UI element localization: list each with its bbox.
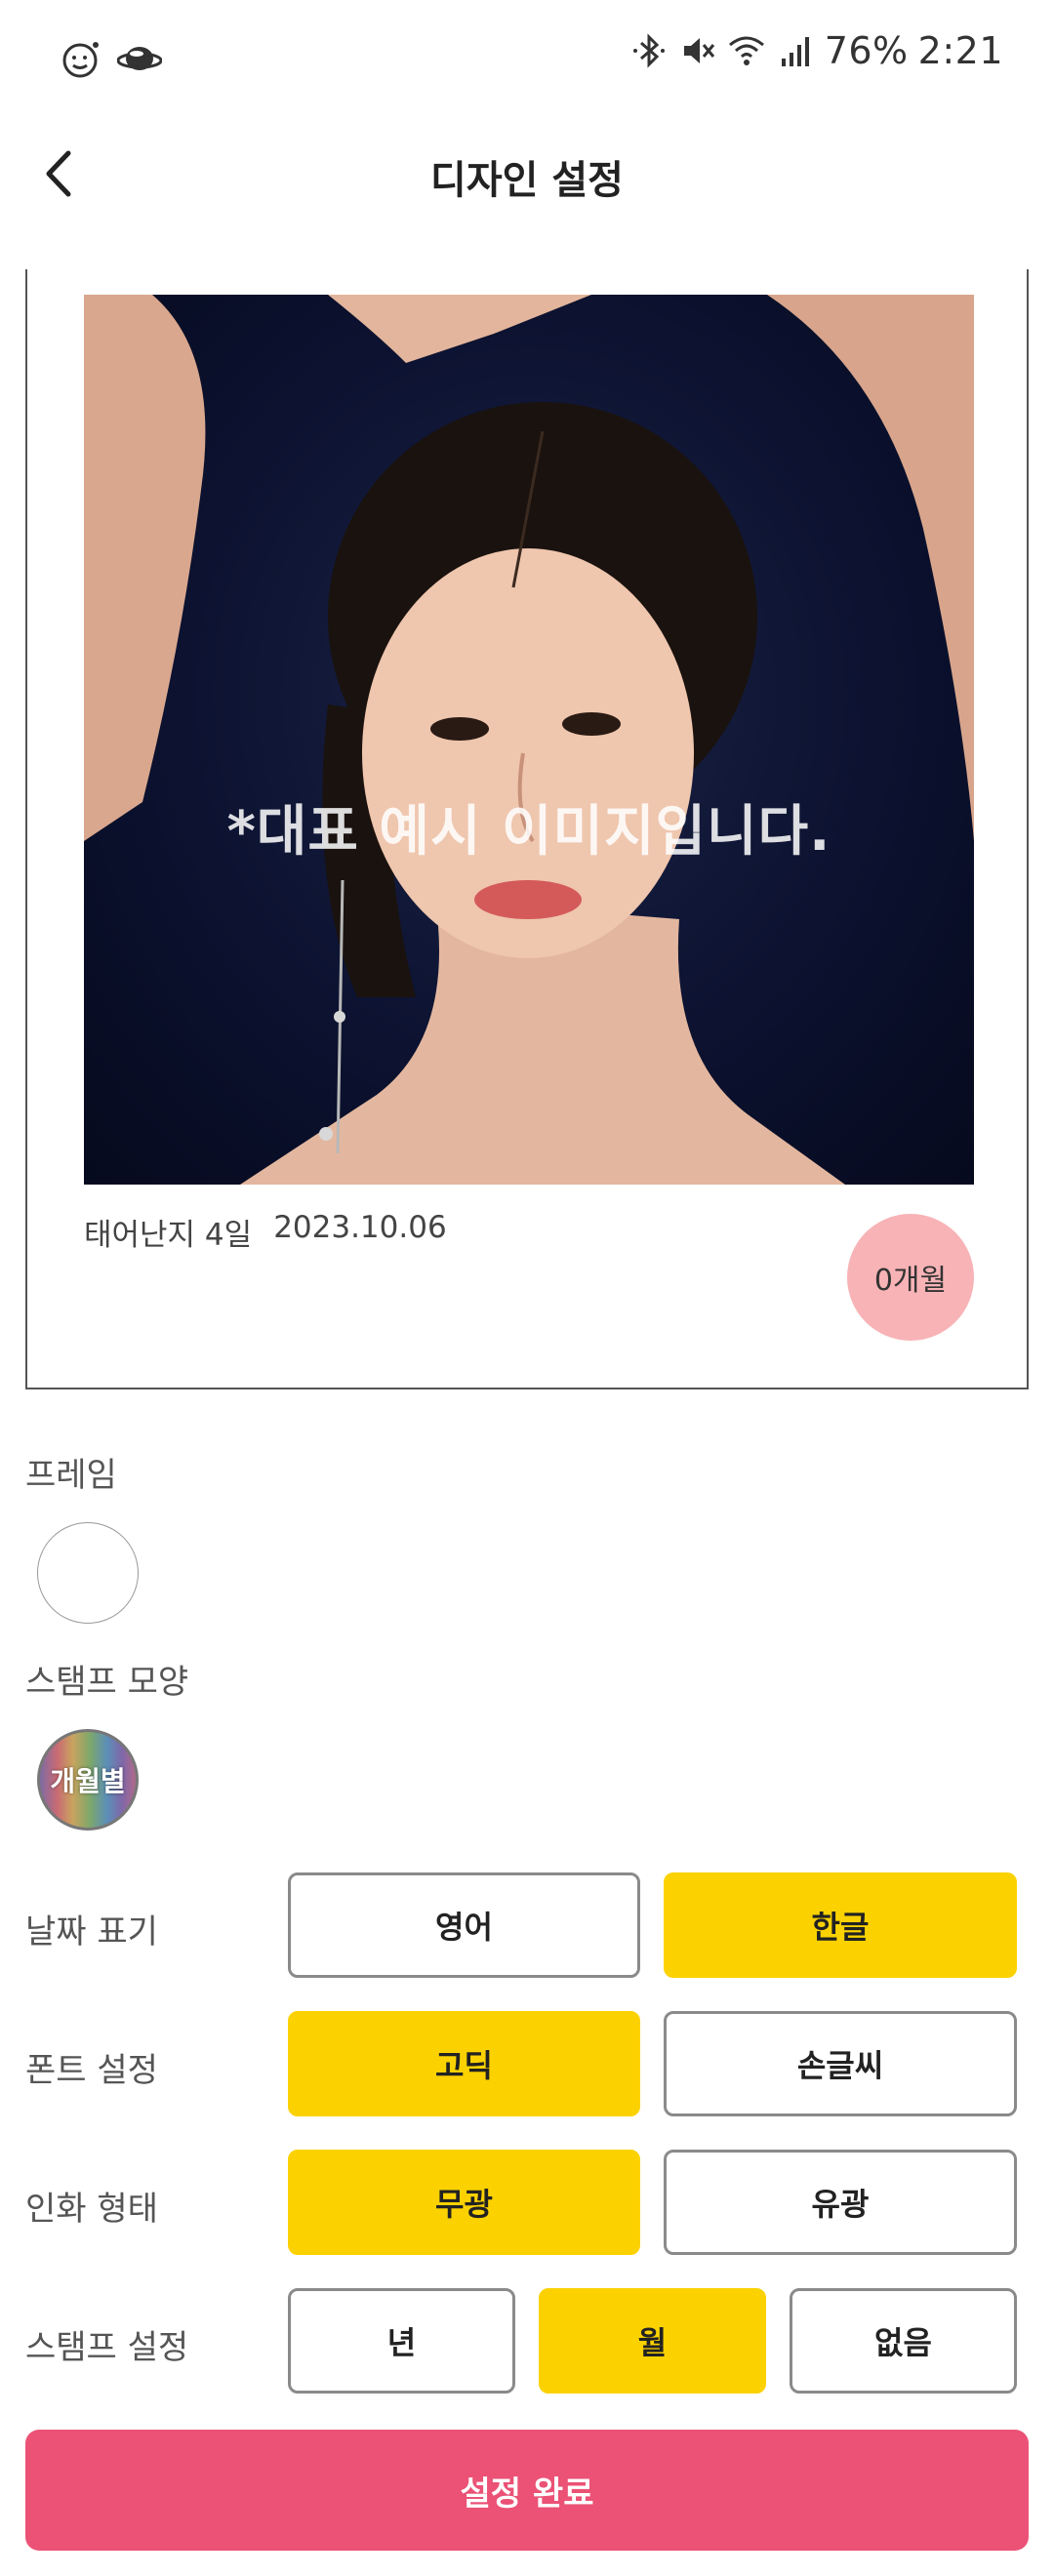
wifi-icon	[728, 36, 764, 65]
date-display-label: 날짜 표기	[25, 1912, 158, 1952]
stamp-shape-label: 스탬프 모양	[25, 1663, 189, 1702]
planet-icon	[117, 47, 162, 70]
page-title: 디자인 설정	[430, 158, 624, 203]
card-caption: 태어난지 4일 2023.10.06	[84, 1210, 447, 1254]
stamp-month-button[interactable]: 월	[539, 2288, 766, 2394]
battery-level: 76%	[824, 29, 909, 72]
example-photo: *대표 예시 이미지입니다.	[84, 295, 974, 1185]
bluetooth-icon	[632, 33, 665, 68]
date-english-button[interactable]: 영어	[288, 1872, 640, 1978]
stamp-setting-label: 스탬프 설정	[25, 2328, 189, 2367]
font-setting-label: 폰트 설정	[25, 2051, 158, 2090]
stamp-shape-option[interactable]: 개월별	[37, 1729, 139, 1831]
stamp-year-button[interactable]: 년	[288, 2288, 515, 2394]
frame-label: 프레임	[25, 1456, 117, 1495]
status-left-icons	[61, 37, 162, 80]
print-type-label: 인화 형태	[25, 2190, 158, 2229]
preview-card: *대표 예시 이미지입니다. 태어난지 4일 2023.10.06 0개월	[25, 269, 1029, 1389]
face-emoji-icon	[62, 42, 99, 78]
print-matte-button[interactable]: 무광	[288, 2150, 640, 2255]
status-right: 76% 2:21	[629, 29, 1003, 72]
caption-date: 2023.10.06	[273, 1210, 447, 1245]
portrait-illustration	[84, 295, 974, 1185]
signal-icon	[781, 37, 809, 66]
example-overlay-text: *대표 예시 이미지입니다.	[226, 800, 831, 864]
print-glossy-button[interactable]: 유광	[664, 2150, 1017, 2255]
font-handwriting-button[interactable]: 손글씨	[664, 2011, 1017, 2116]
month-badge: 0개월	[847, 1214, 974, 1341]
mute-icon	[683, 38, 714, 63]
header: 디자인 설정	[0, 115, 1054, 232]
clock: 2:21	[917, 29, 1003, 72]
status-bar: 76% 2:21	[0, 0, 1054, 115]
date-korean-button[interactable]: 한글	[664, 1872, 1017, 1978]
font-gothic-button[interactable]: 고딕	[288, 2011, 640, 2116]
frame-option-white[interactable]	[37, 1522, 139, 1624]
stamp-shape-option-label: 개월별	[50, 1765, 126, 1797]
complete-settings-button[interactable]: 설정 완료	[25, 2430, 1029, 2551]
caption-age: 태어난지 4일	[84, 1218, 253, 1253]
stamp-none-button[interactable]: 없음	[790, 2288, 1017, 2394]
